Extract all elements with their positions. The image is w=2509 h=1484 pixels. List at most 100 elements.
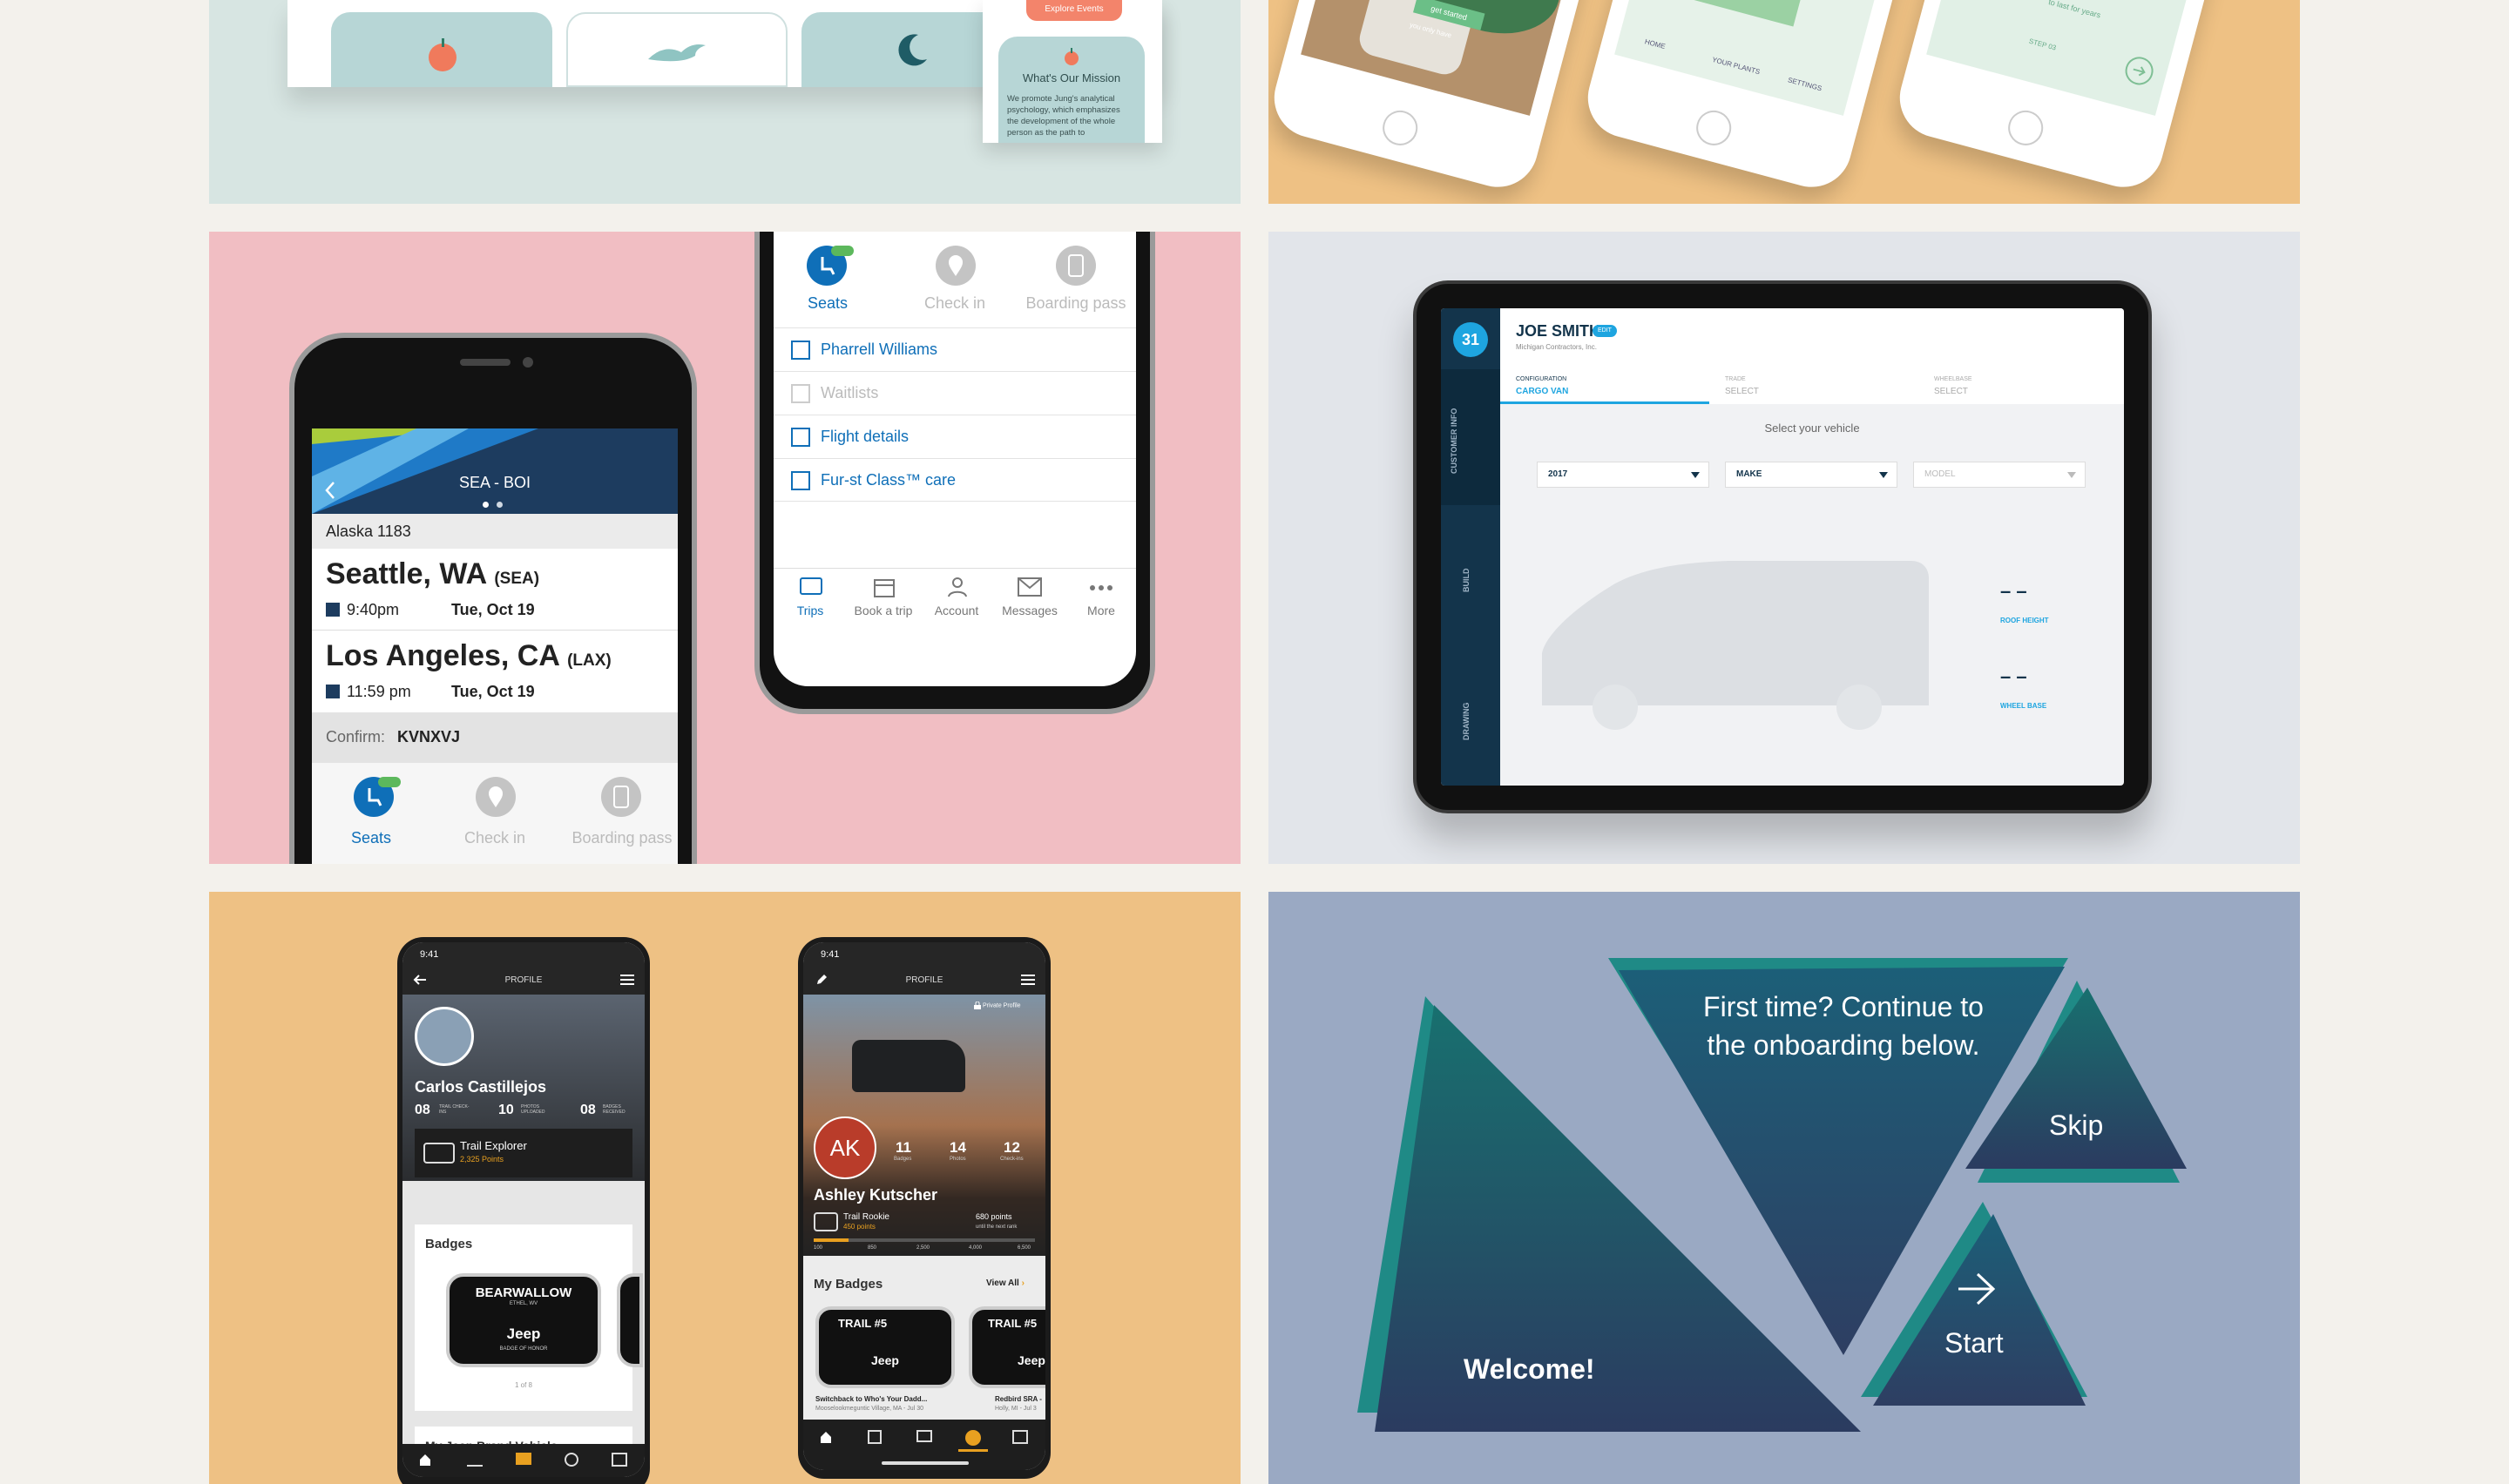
menu-item[interactable]: Waitlists xyxy=(774,371,1136,415)
bird-icon xyxy=(648,44,706,62)
arrival-date: Tue, Oct 19 xyxy=(451,683,535,700)
location-pin-icon xyxy=(489,786,503,807)
badges-icon[interactable] xyxy=(965,1430,981,1446)
skip-button[interactable]: Skip xyxy=(2049,1110,2103,1142)
rank-badge-icon xyxy=(423,1143,455,1164)
progress-tick: 6,500 xyxy=(1018,1245,1031,1251)
status-time: 9:41 xyxy=(420,949,439,960)
page-dots xyxy=(483,502,509,509)
chevron-down-icon xyxy=(2067,472,2076,478)
tile-mission-site[interactable]: Explore Events What's Our Mission We pro… xyxy=(209,0,1241,204)
make-dropdown[interactable]: MAKE xyxy=(1725,462,1897,488)
stat-label: TRAIL CHECK-INS xyxy=(439,1104,470,1115)
flight-number: Alaska 1183 xyxy=(326,523,411,540)
config-tab[interactable]: CONFIGURATION CARGO VAN xyxy=(1500,369,1709,404)
start-button[interactable]: Start xyxy=(1944,1327,2004,1359)
pencil-icon[interactable] xyxy=(815,974,828,986)
rank-badge-icon xyxy=(814,1212,838,1231)
headline-line: First time? Continue to xyxy=(1703,991,1984,1022)
home-icon[interactable] xyxy=(418,1453,432,1467)
phone-text: to last for years xyxy=(2047,0,2102,20)
tab-settings[interactable]: SETTINGS xyxy=(1787,76,1823,92)
map-icon[interactable] xyxy=(868,1430,882,1444)
photos-icon[interactable] xyxy=(516,1453,531,1465)
stat-value: 11 xyxy=(896,1139,911,1156)
badge-item[interactable]: TRAIL #5 Jeep xyxy=(969,1306,1045,1388)
step-build[interactable]: BUILD xyxy=(1441,514,1500,644)
arrow-right-icon[interactable] xyxy=(2121,53,2158,90)
category-card[interactable] xyxy=(566,12,788,87)
home-button xyxy=(1692,106,1735,150)
tab-your-plants[interactable]: YOUR PLANTS xyxy=(1711,56,1761,76)
boarding-pass-action[interactable]: Boarding pass xyxy=(561,777,678,864)
tab-more[interactable]: More xyxy=(1066,574,1136,626)
menu-item[interactable]: Fur-st Class™ care xyxy=(774,458,1136,502)
hamburger-icon[interactable] xyxy=(1021,974,1035,986)
boarding-pass-label: Boarding pass xyxy=(571,829,673,847)
wheel-base-label: WHEEL BASE xyxy=(2000,702,2047,710)
menu-item[interactable]: Flight details xyxy=(774,415,1136,458)
apple-icon xyxy=(1065,48,1079,65)
badge-item-partial[interactable] xyxy=(617,1273,643,1367)
step-customer-info[interactable]: CUSTOMER INFO xyxy=(1441,369,1500,505)
paw-icon xyxy=(791,471,810,490)
bottom-nav xyxy=(402,1444,645,1477)
view-all-link[interactable]: View All › xyxy=(986,1278,1025,1288)
tile-jeep-app[interactable]: 9:41 PROFILE Carlos Castillejos 08 TRAIL… xyxy=(209,892,1241,1484)
tab-label: CONFIGURATION xyxy=(1516,376,1567,382)
step-label: CUSTOMER INFO xyxy=(1450,408,1458,474)
photos-icon[interactable] xyxy=(916,1430,932,1442)
chevron-down-icon xyxy=(1879,472,1888,478)
tab-book-a-trip[interactable]: Book a trip xyxy=(847,574,920,626)
badge-pager: 1 of 8 xyxy=(514,1381,532,1389)
check-in-action[interactable]: Check in xyxy=(453,777,537,864)
tile-alaska-app[interactable]: SEA - BOI Alaska 1183 Seattle, WA (SEA) … xyxy=(209,232,1241,864)
hamburger-icon[interactable] xyxy=(620,974,634,986)
trails-icon[interactable] xyxy=(467,1453,483,1467)
tab-trips[interactable]: Trips xyxy=(774,574,847,626)
tile-onboarding[interactable]: First time? Continue to the onboarding b… xyxy=(1268,892,2300,1484)
badge-item[interactable]: BEARWALLOW ETHEL, WV Jeep BADGE OF HONOR xyxy=(446,1273,601,1367)
rank-card[interactable]: Trail Explorer 2,325 Points xyxy=(415,1129,632,1177)
seats-action[interactable]: Seats xyxy=(338,777,404,864)
boarding-pass-action[interactable]: Boarding pass xyxy=(1019,246,1133,324)
category-card[interactable] xyxy=(331,12,552,87)
tile-vehicle-configurator[interactable]: 31 CUSTOMER INFO BUILD DRAWING JOE SMITH… xyxy=(1268,232,2300,864)
model-dropdown[interactable]: MODEL xyxy=(1913,462,2086,488)
tab-messages[interactable]: Messages xyxy=(993,574,1066,626)
flight-screen: SEA - BOI Alaska 1183 Seattle, WA (SEA) … xyxy=(312,428,678,864)
avatar[interactable]: AK xyxy=(814,1116,876,1179)
badges-icon[interactable] xyxy=(565,1453,578,1467)
headline-line: the onboarding below. xyxy=(1707,1029,1980,1061)
home-icon[interactable] xyxy=(819,1430,833,1444)
seat-icon xyxy=(821,257,835,275)
tab-home[interactable]: HOME xyxy=(1644,37,1667,51)
trade-tab[interactable]: TRADE SELECT xyxy=(1709,369,1918,404)
check-in-action[interactable]: Check in xyxy=(913,246,997,324)
explore-events-button[interactable]: Explore Events xyxy=(1026,0,1122,21)
back-arrow-icon[interactable] xyxy=(413,974,427,986)
seats-action[interactable]: Seats xyxy=(793,246,862,324)
menu-item[interactable]: Pharrell Williams xyxy=(774,327,1136,371)
plane-icon xyxy=(326,685,340,698)
more-icon xyxy=(1090,585,1112,590)
profile-name: Carlos Castillejos xyxy=(415,1078,547,1096)
garage-icon[interactable] xyxy=(1012,1430,1028,1444)
badge-label: TRAIL #5 xyxy=(988,1317,1038,1330)
badge-item[interactable]: TRAIL #5 Jeep xyxy=(815,1306,955,1388)
tab-account[interactable]: Account xyxy=(920,574,993,626)
step-drawing[interactable]: DRAWING xyxy=(1441,653,1500,784)
badge-name: BEARWALLOW xyxy=(475,1285,572,1300)
dropdown-value: MODEL xyxy=(1924,469,1956,479)
avatar[interactable] xyxy=(415,1007,474,1066)
wheelbase-tab[interactable]: WHEELBASE SELECT xyxy=(1918,369,2124,404)
arrow-right-icon[interactable] xyxy=(1957,1272,1997,1306)
year-dropdown[interactable]: 2017 xyxy=(1537,462,1709,488)
garage-icon[interactable] xyxy=(612,1453,627,1467)
stat-label: Badges xyxy=(894,1157,912,1162)
edit-button[interactable]: EDIT xyxy=(1593,325,1617,337)
phone-mockup: get started you only have xyxy=(1268,0,1594,197)
tile-plant-app[interactable]: get started you only have HOME YOUR PLAN… xyxy=(1268,0,2300,204)
tab-label: More xyxy=(1087,604,1115,617)
arrival-city: Los Angeles, CA (LAX) xyxy=(326,639,612,672)
